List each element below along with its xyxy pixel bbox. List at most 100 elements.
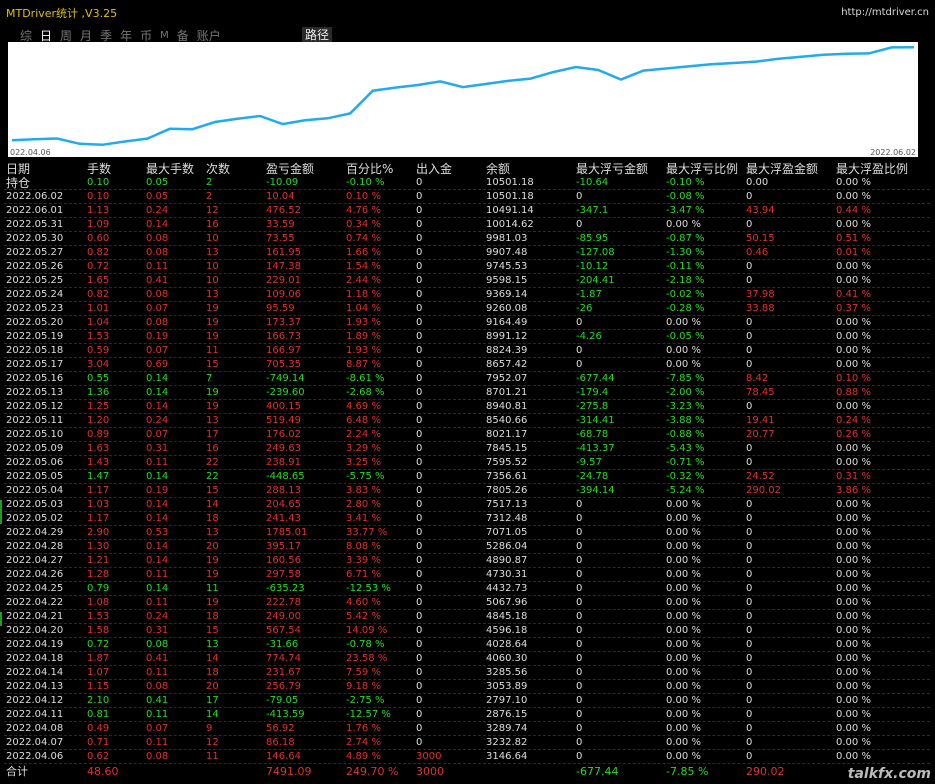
table-row[interactable]: 2022.04.27 1.21 0.14 19 160.56 3.39 % 0 4890.87… [0,554,935,568]
cell-io: 0 [416,639,423,650]
cell-pl: 173.37 [266,317,301,328]
cell-count: 20 [206,681,219,692]
cell-pct: 2.24 % [346,429,381,440]
column-header[interactable]: 余额 [486,162,510,176]
table-row[interactable]: 2022.04.11 0.81 0.11 14 -413.59 -12.57 % 0 2876… [0,708,935,722]
column-header[interactable]: 百分比% [346,162,393,176]
table-row[interactable]: 2022.04.28 1.30 0.14 20 395.17 8.08 % 0 5286.04… [0,540,935,554]
table-row[interactable]: 2022.05.30 0.60 0.08 10 73.55 0.74 % 0 9981.03 -… [0,232,935,246]
column-header[interactable]: 最大浮亏比例 [666,162,738,176]
cell-io: 0 [416,177,423,188]
table-row[interactable]: 2022.04.26 1.28 0.11 19 297.58 6.71 % 0 4730.31… [0,568,935,582]
cell-max-lots: 0.14 [146,513,169,524]
table-row[interactable]: 2022.05.10 0.89 0.07 17 176.02 2.24 % 0 8021.17… [0,428,935,442]
cell-max-fp: 0 [746,681,753,692]
table-row[interactable]: 2022.05.04 1.17 0.19 15 288.13 3.83 % 0 7805.26… [0,484,935,498]
column-header[interactable]: 最大手数 [146,162,194,176]
cell-count: 17 [206,695,219,706]
column-header[interactable]: 出入金 [416,162,452,176]
table-row[interactable]: 2022.04.19 0.72 0.08 13 -31.66 -0.78 % 0 4028.6… [0,638,935,652]
table-row[interactable]: 2022.04.08 0.49 0.07 9 56.92 1.76 % 0 3289.74 0 0… [0,722,935,736]
table-row[interactable]: 2022.04.21 1.53 0.24 18 249.00 5.42 % 0 4845.18… [0,610,935,624]
table-row[interactable]: 2022.06.02 0.10 0.05 2 10.04 0.10 % 0 10501.18 0… [0,190,935,204]
cell-max-fp-pct: 0.00 % [836,191,871,202]
balance-chart: 022.04.06 2022.06.02 [8,42,918,157]
cell-count: 11 [206,583,219,594]
table-row[interactable]: 2022.05.24 0.82 0.08 13 109.06 1.18 % 0 9369.14… [0,288,935,302]
table-row[interactable]: 2022.04.22 1.08 0.11 19 222.78 4.60 % 0 5067.96… [0,596,935,610]
table-row[interactable]: 2022.04.25 0.79 0.14 11 -635.23 -12.53 % 0 4432… [0,582,935,596]
table-row[interactable]: 2022.04.20 1.58 0.31 15 567.54 14.09 % 0 4596.1… [0,624,935,638]
total-pl: 7491.09 [266,765,312,778]
cell-count: 19 [206,401,219,412]
column-header[interactable]: 最大浮亏金额 [576,162,648,176]
cell-pl: 519.49 [266,415,301,426]
table-row[interactable]: 2022.05.16 0.55 0.14 7 -749.14 -8.61 % 0 7952.0… [0,372,935,386]
table-row[interactable]: 2022.05.12 1.25 0.14 19 400.15 4.69 % 0 8940.81… [0,400,935,414]
cell-count: 2 [206,177,213,188]
cell-max-fl-pct: 0.00 % [666,737,701,748]
cell-max-lots: 0.69 [146,359,169,370]
cell-max-fl: 0 [576,541,583,552]
cell-max-fl-pct: -3.47 % [666,205,705,216]
column-header[interactable]: 手数 [87,162,111,176]
table-row[interactable]: 2022.05.26 0.72 0.11 10 147.38 1.54 % 0 9745.53… [0,260,935,274]
table-row[interactable]: 2022.05.19 1.53 0.19 19 166.73 1.89 % 0 8991.12… [0,330,935,344]
table-row[interactable]: 2022.05.02 1.17 0.14 18 241.43 3.41 % 0 7312.48… [0,512,935,526]
table-row[interactable]: 2022.05.17 3.04 0.69 15 705.35 8.87 % 0 8657.42… [0,358,935,372]
cell-max-fp: 8.42 [746,373,769,384]
cell-pct: 1.76 % [346,723,381,734]
table-row[interactable]: 2022.04.29 2.90 0.53 13 1785.01 33.77 % 0 7071.… [0,526,935,540]
column-header[interactable]: 次数 [206,162,230,176]
table-row[interactable]: 2022.05.20 1.04 0.08 19 173.37 1.93 % 0 9164.49… [0,316,935,330]
column-header[interactable]: 最大浮盈金额 [746,162,818,176]
cell-balance: 7805.26 [486,485,528,496]
table-row[interactable]: 2022.05.25 1.65 0.41 10 229.01 2.44 % 0 9598.15… [0,274,935,288]
cell-pl: 146.64 [266,751,301,762]
table-row[interactable]: 2022.05.03 1.03 0.14 14 204.65 2.80 % 0 7517.13… [0,498,935,512]
cell-count: 13 [206,527,219,538]
table-row[interactable]: 2022.04.07 0.71 0.11 12 86.18 2.74 % 0 3232.82 0… [0,736,935,750]
cell-balance: 10501.18 [486,191,534,202]
cell-balance: 7952.07 [486,373,528,384]
cell-max-lots: 0.11 [146,737,169,748]
table-row[interactable]: 2022.04.18 1.87 0.41 14 774.74 23.58 % 0 4060.3… [0,652,935,666]
cell-max-fp: 0 [746,667,753,678]
table-row[interactable]: 2022.05.31 1.09 0.14 16 33.59 0.34 % 0 10014.62… [0,218,935,232]
table-row[interactable]: 2022.04.14 1.07 0.11 18 231.67 7.59 % 0 3285.56… [0,666,935,680]
cell-date: 2022.05.04 [6,485,64,496]
table-row[interactable]: 2022.05.05 1.47 0.14 22 -448.65 -5.75 % 0 7356.… [0,470,935,484]
cell-max-fl: 0 [576,219,583,230]
cell-max-fl-pct: 0.00 % [666,345,701,356]
table-row[interactable]: 2022.05.27 0.82 0.08 13 161.95 1.66 % 0 9907.48… [0,246,935,260]
table-row[interactable]: 2022.06.01 1.13 0.24 12 476.52 4.76 % 0 10491.1… [0,204,935,218]
column-header[interactable]: 日期 [6,162,30,176]
table-row[interactable]: 2022.05.11 1.20 0.24 13 519.49 6.48 % 0 8540.66… [0,414,935,428]
cell-pl: 56.92 [266,723,295,734]
table-row[interactable]: 2022.05.09 1.63 0.31 16 249.63 3.29 % 0 7845.15… [0,442,935,456]
cell-max-fl-pct: -0.71 % [666,457,705,468]
table-row[interactable]: 2022.05.18 0.59 0.07 11 166.97 1.93 % 0 8824.39… [0,344,935,358]
cell-io: 0 [416,303,423,314]
column-header[interactable]: 盈亏金额 [266,162,314,176]
table-row[interactable]: 2022.05.23 1.01 0.07 19 95.59 1.04 % 0 9260.08 -… [0,302,935,316]
position-row[interactable]: 持仓 0.10 0.05 2 -10.09 -0.10 % 0 10501.18 -10.64 -… [0,176,935,190]
cell-max-fp: 0 [746,345,753,356]
cell-count: 15 [206,359,219,370]
cell-max-fp-pct: 3.86 % [836,485,871,496]
website-link[interactable]: http://mtdriver.cn [841,7,929,18]
cell-max-lots: 0.07 [146,345,169,356]
table-row[interactable]: 2022.04.12 2.10 0.41 17 -79.05 -2.75 % 0 2797.1… [0,694,935,708]
table-row[interactable]: 2022.05.13 1.36 0.14 19 -239.60 -2.68 % 0 8701.… [0,386,935,400]
cell-pl: -448.65 [266,471,305,482]
cell-max-lots: 0.31 [146,443,169,454]
cell-lots: 1.04 [87,317,110,328]
cell-count: 10 [206,261,219,272]
column-header[interactable]: 最大浮盈比例 [836,162,908,176]
table-row[interactable]: 2022.05.06 1.43 0.11 22 238.91 3.25 % 0 7595.52… [0,456,935,470]
table-row[interactable]: 2022.04.06 0.62 0.08 11 146.64 4.89 % 3000 3146… [0,750,935,764]
cell-max-fp-pct: 0.00 % [836,177,871,188]
table-row[interactable]: 2022.04.13 1.15 0.08 20 256.79 9.18 % 0 3053.89… [0,680,935,694]
cell-max-fl: 0 [576,653,583,664]
cell-max-fp-pct: 0.00 % [836,639,871,650]
